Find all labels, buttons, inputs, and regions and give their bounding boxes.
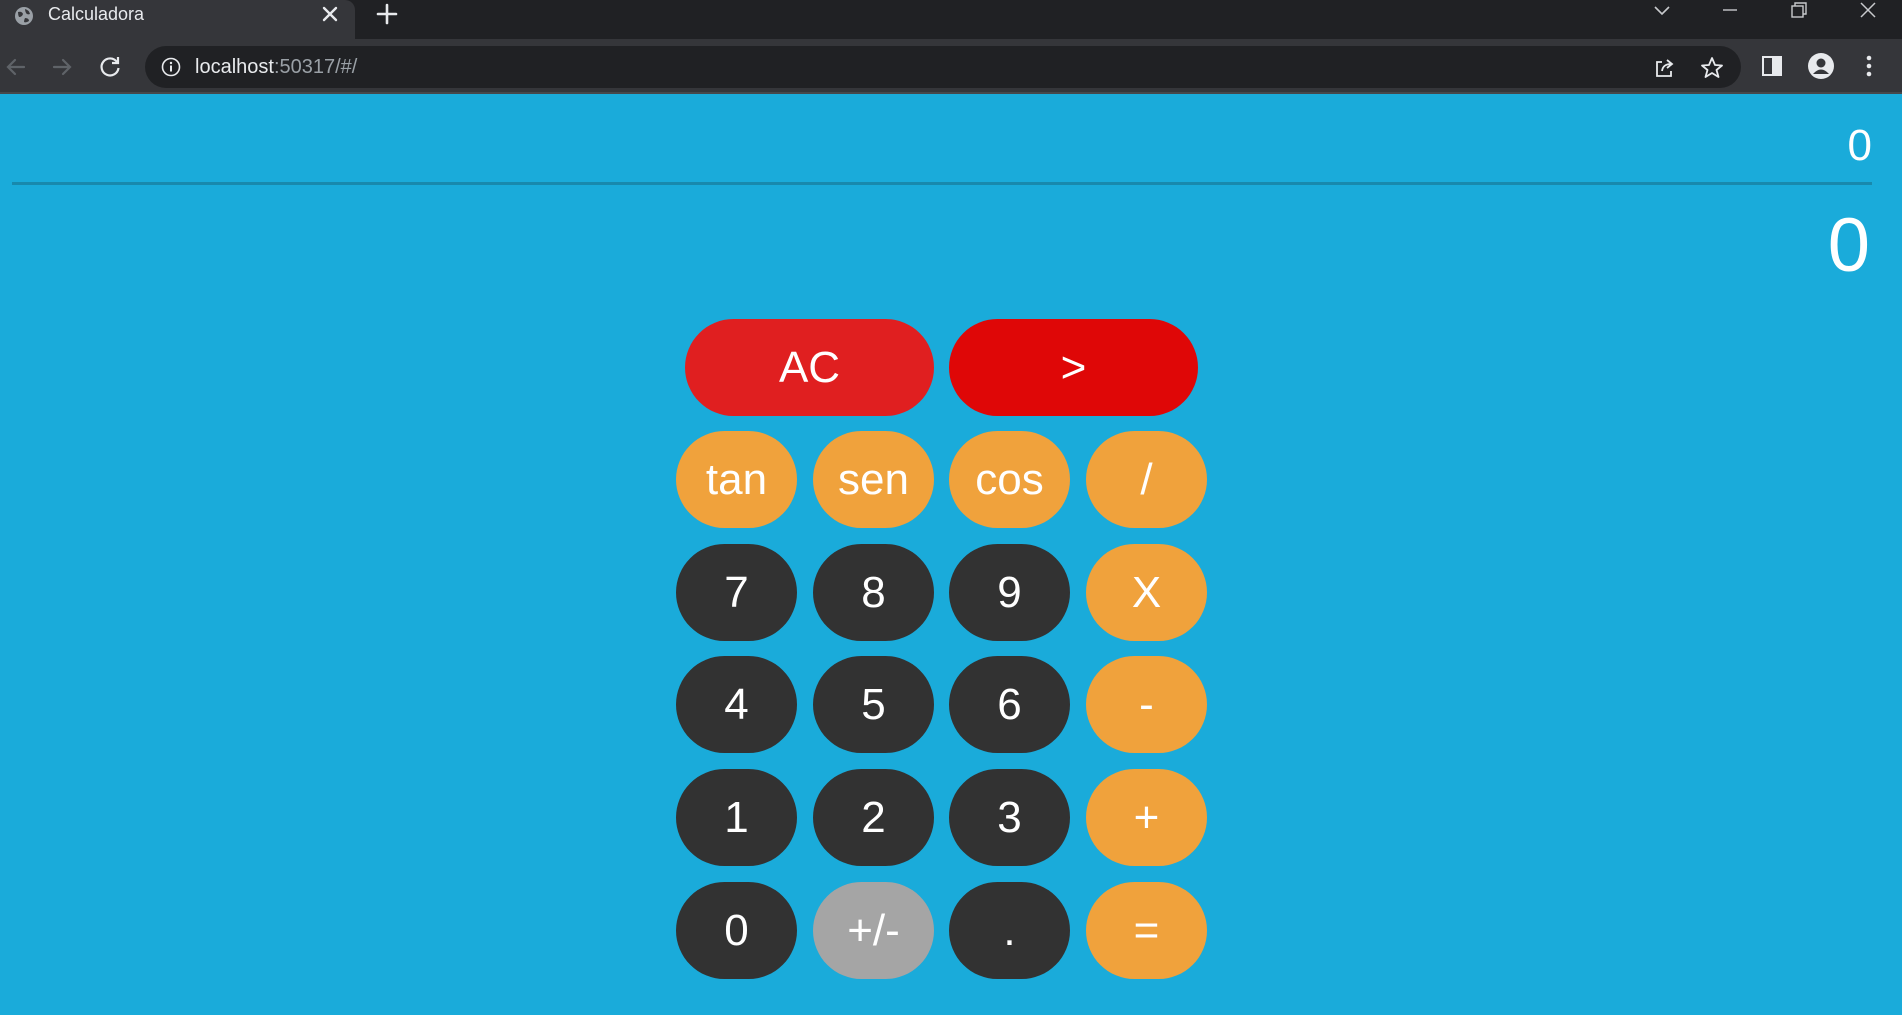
restore-icon[interactable] bbox=[1780, 0, 1816, 22]
digit-8-button[interactable]: 8 bbox=[813, 544, 934, 641]
tab-title: Calculadora bbox=[48, 4, 145, 24]
cos-button[interactable]: cos bbox=[949, 431, 1070, 528]
digit-2-button[interactable]: 2 bbox=[813, 769, 934, 866]
globe-icon bbox=[15, 7, 33, 25]
digit-3-button[interactable]: 3 bbox=[949, 769, 1070, 866]
close-icon[interactable] bbox=[318, 2, 342, 26]
arrow-right-icon[interactable] bbox=[48, 53, 76, 81]
digit-1-button[interactable]: 1 bbox=[676, 769, 797, 866]
sign-toggle-button[interactable]: +/- bbox=[813, 882, 934, 979]
divide-button[interactable]: / bbox=[1086, 431, 1207, 528]
minus-button[interactable]: - bbox=[1086, 656, 1207, 753]
digit-7-button[interactable]: 7 bbox=[676, 544, 797, 641]
display-divider bbox=[12, 182, 1872, 185]
result-display: 0 bbox=[1827, 203, 1870, 288]
browser-tab[interactable]: Calculadora bbox=[0, 0, 355, 39]
share-icon[interactable] bbox=[1652, 55, 1678, 81]
tan-button[interactable]: tan bbox=[676, 431, 797, 528]
digit-9-button[interactable]: 9 bbox=[949, 544, 1070, 641]
digit-5-button[interactable]: 5 bbox=[813, 656, 934, 753]
decimal-button[interactable]: . bbox=[949, 882, 1070, 979]
plus-button[interactable]: + bbox=[1086, 769, 1207, 866]
tab-strip: Calculadora bbox=[0, 0, 1902, 39]
plus-icon[interactable] bbox=[372, 0, 402, 28]
minimize-icon[interactable] bbox=[1712, 0, 1748, 22]
url-host: localhost bbox=[195, 56, 274, 78]
digit-4-button[interactable]: 4 bbox=[676, 656, 797, 753]
equals-button[interactable]: = bbox=[1086, 882, 1207, 979]
sen-button[interactable]: sen bbox=[813, 431, 934, 528]
digit-6-button[interactable]: 6 bbox=[949, 656, 1070, 753]
reload-icon[interactable] bbox=[96, 53, 124, 81]
expression-display: 0 bbox=[1847, 121, 1872, 170]
side-panel-icon[interactable] bbox=[1758, 52, 1786, 80]
digit-0-button[interactable]: 0 bbox=[676, 882, 797, 979]
star-icon[interactable] bbox=[1699, 55, 1725, 81]
profile-icon[interactable] bbox=[1807, 52, 1835, 80]
close-window-icon[interactable] bbox=[1850, 0, 1886, 22]
kebab-menu-icon[interactable] bbox=[1855, 52, 1883, 80]
calculator-app: 0 0 AC > tan sen cos / 7 8 9 X 4 5 6 - 1… bbox=[0, 94, 1902, 1015]
backspace-button[interactable]: > bbox=[949, 319, 1198, 416]
multiply-button[interactable]: X bbox=[1086, 544, 1207, 641]
browser-toolbar: localhost:50317/#/ bbox=[0, 39, 1902, 94]
info-icon[interactable] bbox=[161, 57, 181, 77]
address-bar[interactable]: localhost:50317/#/ bbox=[145, 46, 1741, 88]
clear-button[interactable]: AC bbox=[685, 319, 934, 416]
chevron-down-icon[interactable] bbox=[1644, 0, 1680, 22]
url-path: :50317/#/ bbox=[273, 56, 358, 78]
arrow-left-icon[interactable] bbox=[2, 53, 30, 81]
url-text[interactable]: localhost:50317/#/ bbox=[195, 56, 357, 78]
